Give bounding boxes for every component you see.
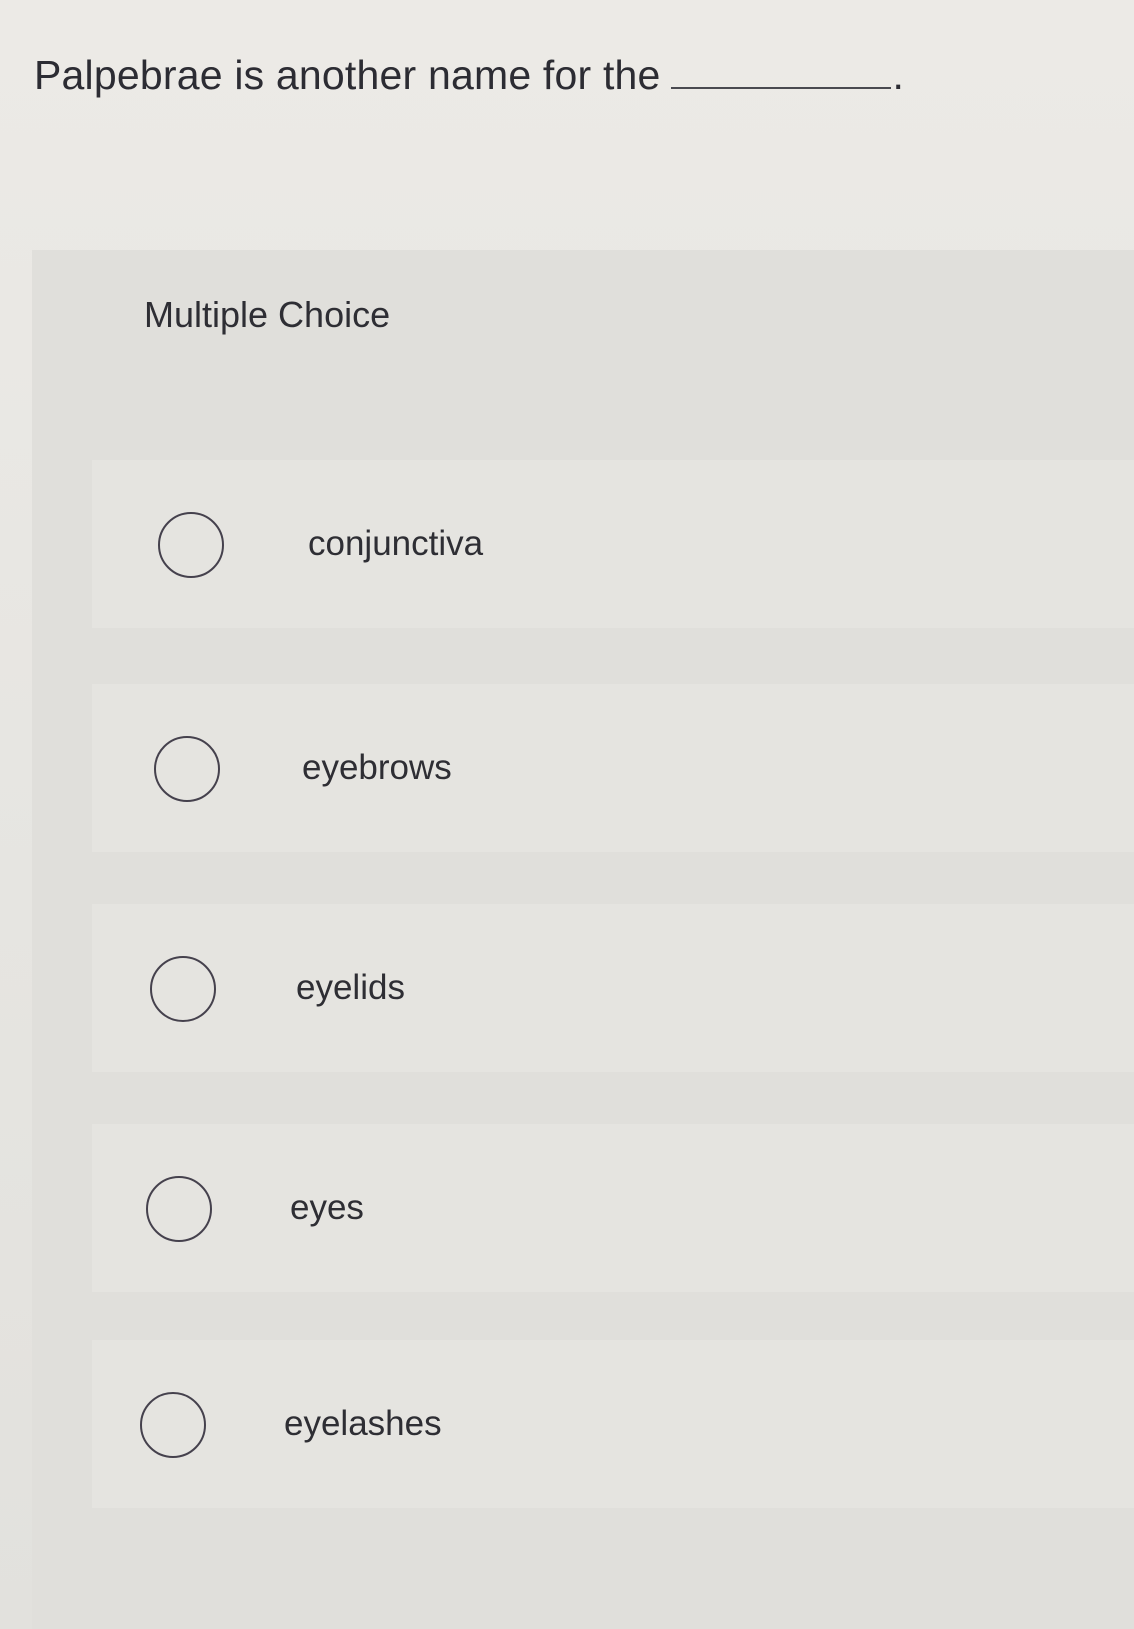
option-eyelashes[interactable]: eyelashes: [92, 1340, 1134, 1508]
multiple-choice-label: Multiple Choice: [144, 294, 391, 335]
radio-button[interactable]: [146, 1176, 212, 1242]
radio-button[interactable]: [140, 1392, 206, 1458]
option-label: eyes: [290, 1188, 364, 1227]
radio-button[interactable]: [150, 956, 216, 1022]
quiz-page: Palpebrae is another name for the. Multi…: [0, 0, 1134, 1629]
option-eyelids[interactable]: eyelids: [92, 904, 1134, 1072]
radio-button[interactable]: [158, 512, 224, 578]
question-period: .: [892, 52, 905, 98]
question-prompt: Palpebrae is another name for the.: [34, 52, 1094, 99]
option-conjunctiva[interactable]: conjunctiva: [92, 460, 1134, 628]
answer-blank: [670, 53, 891, 89]
multiple-choice-panel: Multiple Choice conjunctiva eyebrows eye…: [32, 250, 1134, 1629]
option-eyes[interactable]: eyes: [92, 1124, 1134, 1292]
option-eyebrows[interactable]: eyebrows: [92, 684, 1134, 852]
option-label: conjunctiva: [308, 524, 484, 563]
question-text: Palpebrae is another name for the: [34, 52, 661, 98]
option-label: eyebrows: [302, 748, 452, 787]
radio-button[interactable]: [154, 736, 220, 802]
option-label: eyelids: [296, 968, 405, 1007]
option-label: eyelashes: [284, 1404, 442, 1443]
